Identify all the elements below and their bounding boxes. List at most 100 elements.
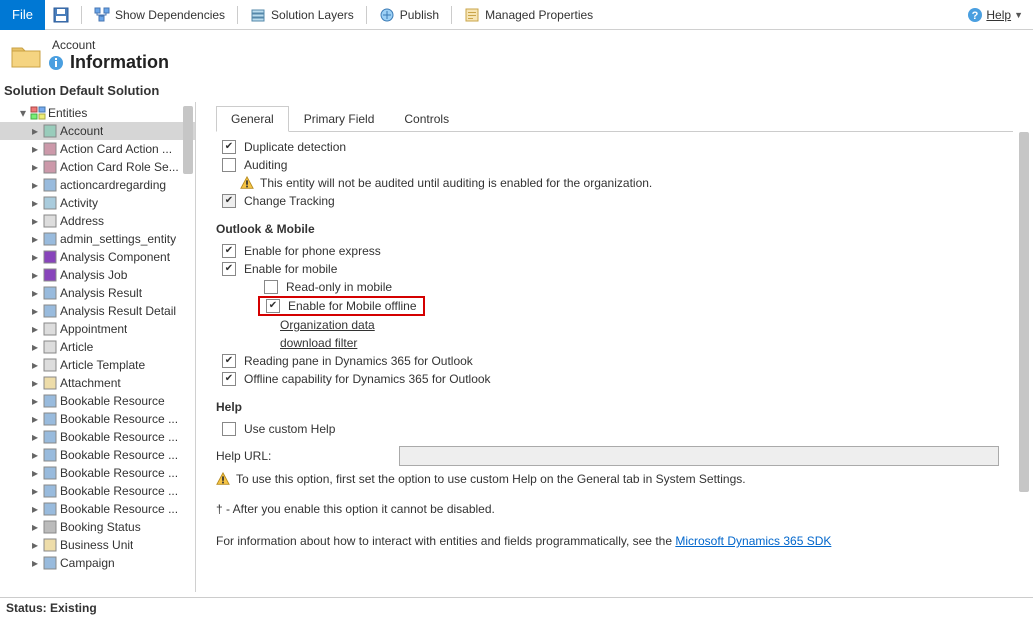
caret-right-icon[interactable]: ▸ bbox=[30, 522, 40, 532]
offline-outlook-checkbox[interactable] bbox=[222, 372, 236, 386]
entity-icon bbox=[42, 249, 58, 265]
tree-item-label: Attachment bbox=[60, 376, 121, 390]
caret-right-icon[interactable]: ▸ bbox=[30, 360, 40, 370]
toolbar-separator bbox=[451, 6, 452, 24]
help-url-label: Help URL: bbox=[216, 449, 271, 463]
publish-button[interactable]: Publish bbox=[371, 0, 447, 30]
tree-scrollbar[interactable] bbox=[183, 106, 193, 174]
tree-item[interactable]: ▸Address bbox=[0, 212, 195, 230]
help-link[interactable]: ? Help ▼ bbox=[967, 7, 1023, 23]
duplicate-detection-checkbox[interactable] bbox=[222, 140, 236, 154]
tree-root-label: Entities bbox=[48, 106, 87, 120]
caret-right-icon[interactable]: ▸ bbox=[30, 342, 40, 352]
file-menu-button[interactable]: File bbox=[0, 0, 45, 30]
entity-icon bbox=[42, 501, 58, 517]
tree-item[interactable]: ▸Booking Status bbox=[0, 518, 195, 536]
toolbar: File Show Dependencies Solution Layers P… bbox=[0, 0, 1033, 30]
tree-root-entities[interactable]: ▾ Entities bbox=[0, 104, 195, 122]
tree-item[interactable]: ▸Bookable Resource ... bbox=[0, 428, 195, 446]
caret-right-icon[interactable]: ▸ bbox=[30, 414, 40, 424]
tab-controls[interactable]: Controls bbox=[389, 106, 464, 131]
caret-right-icon[interactable]: ▸ bbox=[30, 288, 40, 298]
caret-right-icon[interactable]: ▸ bbox=[30, 162, 40, 172]
caret-right-icon[interactable]: ▸ bbox=[30, 270, 40, 280]
caret-right-icon[interactable]: ▸ bbox=[30, 324, 40, 334]
tree-item[interactable]: ▸Article bbox=[0, 338, 195, 356]
use-custom-help-label: Use custom Help bbox=[244, 422, 335, 436]
tree-item[interactable]: ▸ Appointment bbox=[0, 320, 195, 338]
help-url-input[interactable] bbox=[399, 446, 999, 466]
caret-right-icon[interactable]: ▸ bbox=[30, 450, 40, 460]
section-outlook-mobile: Outlook & Mobile bbox=[216, 210, 999, 242]
tree-item[interactable]: ▸Campaign bbox=[0, 554, 195, 572]
tree-item[interactable]: ▸Bookable Resource ... bbox=[0, 500, 195, 518]
download-filter-link[interactable]: download filter bbox=[280, 336, 357, 350]
tree-item-label: Action Card Role Se... bbox=[60, 160, 179, 174]
save-button[interactable] bbox=[45, 0, 77, 30]
tree-item[interactable]: ▸Analysis Job bbox=[0, 266, 195, 284]
organization-data-link[interactable]: Organization data bbox=[280, 318, 375, 332]
use-custom-help-checkbox[interactable] bbox=[222, 422, 236, 436]
enable-mobile-checkbox[interactable] bbox=[222, 262, 236, 276]
caret-right-icon[interactable]: ▸ bbox=[30, 198, 40, 208]
entity-icon bbox=[42, 555, 58, 571]
caret-right-icon[interactable]: ▸ bbox=[30, 396, 40, 406]
caret-right-icon[interactable]: ▸ bbox=[30, 144, 40, 154]
tree-item[interactable]: ▸ Action Card Role Se... bbox=[0, 158, 195, 176]
change-tracking-label: Change Tracking bbox=[244, 194, 335, 208]
caret-right-icon[interactable]: ▸ bbox=[30, 234, 40, 244]
tree-item-label: Activity bbox=[60, 196, 98, 210]
tab-general[interactable]: General bbox=[216, 106, 289, 132]
phone-express-checkbox[interactable] bbox=[222, 244, 236, 258]
tree-item[interactable]: ▸Bookable Resource bbox=[0, 392, 195, 410]
tab-primary-field[interactable]: Primary Field bbox=[289, 106, 390, 131]
tree-item[interactable]: ▸Analysis Component bbox=[0, 248, 195, 266]
tree-item[interactable]: ▸Bookable Resource ... bbox=[0, 482, 195, 500]
caret-right-icon[interactable]: ▸ bbox=[30, 486, 40, 496]
tree-item[interactable]: ▸admin_settings_entity bbox=[0, 230, 195, 248]
audit-warning-text: This entity will not be audited until au… bbox=[260, 176, 652, 190]
caret-right-icon[interactable]: ▸ bbox=[30, 558, 40, 568]
auditing-checkbox[interactable] bbox=[222, 158, 236, 172]
tree-item[interactable]: ▸Bookable Resource ... bbox=[0, 464, 195, 482]
tree-item[interactable]: ▸Analysis Result Detail bbox=[0, 302, 195, 320]
caret-right-icon[interactable]: ▸ bbox=[30, 504, 40, 514]
caret-right-icon[interactable]: ▸ bbox=[30, 540, 40, 550]
entity-icon bbox=[42, 141, 58, 157]
tree-item[interactable]: ▸Business Unit bbox=[0, 536, 195, 554]
tree-item-label: Account bbox=[60, 124, 103, 138]
read-only-mobile-checkbox[interactable] bbox=[264, 280, 278, 294]
status-bar: Status: Existing bbox=[0, 597, 1033, 618]
solution-layers-button[interactable]: Solution Layers bbox=[242, 0, 362, 30]
managed-properties-button[interactable]: Managed Properties bbox=[456, 0, 601, 30]
change-tracking-checkbox[interactable] bbox=[222, 194, 236, 208]
tree-item[interactable]: ▸Article Template bbox=[0, 356, 195, 374]
show-dependencies-button[interactable]: Show Dependencies bbox=[86, 0, 233, 30]
form-tabs: General Primary Field Controls bbox=[216, 106, 1013, 132]
tree-item[interactable]: ▸Bookable Resource ... bbox=[0, 410, 195, 428]
tree-item-label: Bookable Resource ... bbox=[60, 448, 178, 462]
tree-item[interactable]: ▸actioncardregarding bbox=[0, 176, 195, 194]
caret-right-icon[interactable]: ▸ bbox=[30, 306, 40, 316]
caret-right-icon[interactable]: ▸ bbox=[30, 378, 40, 388]
solution-tree[interactable]: ▾ Entities ▸ Account ▸Action Card Action .… bbox=[0, 102, 196, 592]
tree-item[interactable]: ▸Action Card Action ... bbox=[0, 140, 195, 158]
sdk-link[interactable]: Microsoft Dynamics 365 SDK bbox=[675, 534, 831, 548]
caret-down-icon[interactable]: ▾ bbox=[18, 108, 28, 118]
caret-right-icon[interactable]: ▸ bbox=[30, 216, 40, 226]
tree-item[interactable]: ▸Analysis Result bbox=[0, 284, 195, 302]
tree-item[interactable]: ▸ Activity bbox=[0, 194, 195, 212]
caret-right-icon[interactable]: ▸ bbox=[30, 126, 40, 136]
tree-item-label: Appointment bbox=[60, 322, 127, 336]
tree-item[interactable]: ▸ Bookable Resource ... bbox=[0, 446, 195, 464]
tree-item[interactable]: ▸ Account bbox=[0, 122, 195, 140]
read-only-mobile-label: Read-only in mobile bbox=[286, 280, 392, 294]
caret-right-icon[interactable]: ▸ bbox=[30, 180, 40, 190]
tree-item[interactable]: ▸ Attachment bbox=[0, 374, 195, 392]
enable-mobile-offline-checkbox[interactable] bbox=[266, 299, 280, 313]
form-scrollbar[interactable] bbox=[1019, 132, 1029, 492]
reading-pane-checkbox[interactable] bbox=[222, 354, 236, 368]
caret-right-icon[interactable]: ▸ bbox=[30, 468, 40, 478]
caret-right-icon[interactable]: ▸ bbox=[30, 432, 40, 442]
caret-right-icon[interactable]: ▸ bbox=[30, 252, 40, 262]
